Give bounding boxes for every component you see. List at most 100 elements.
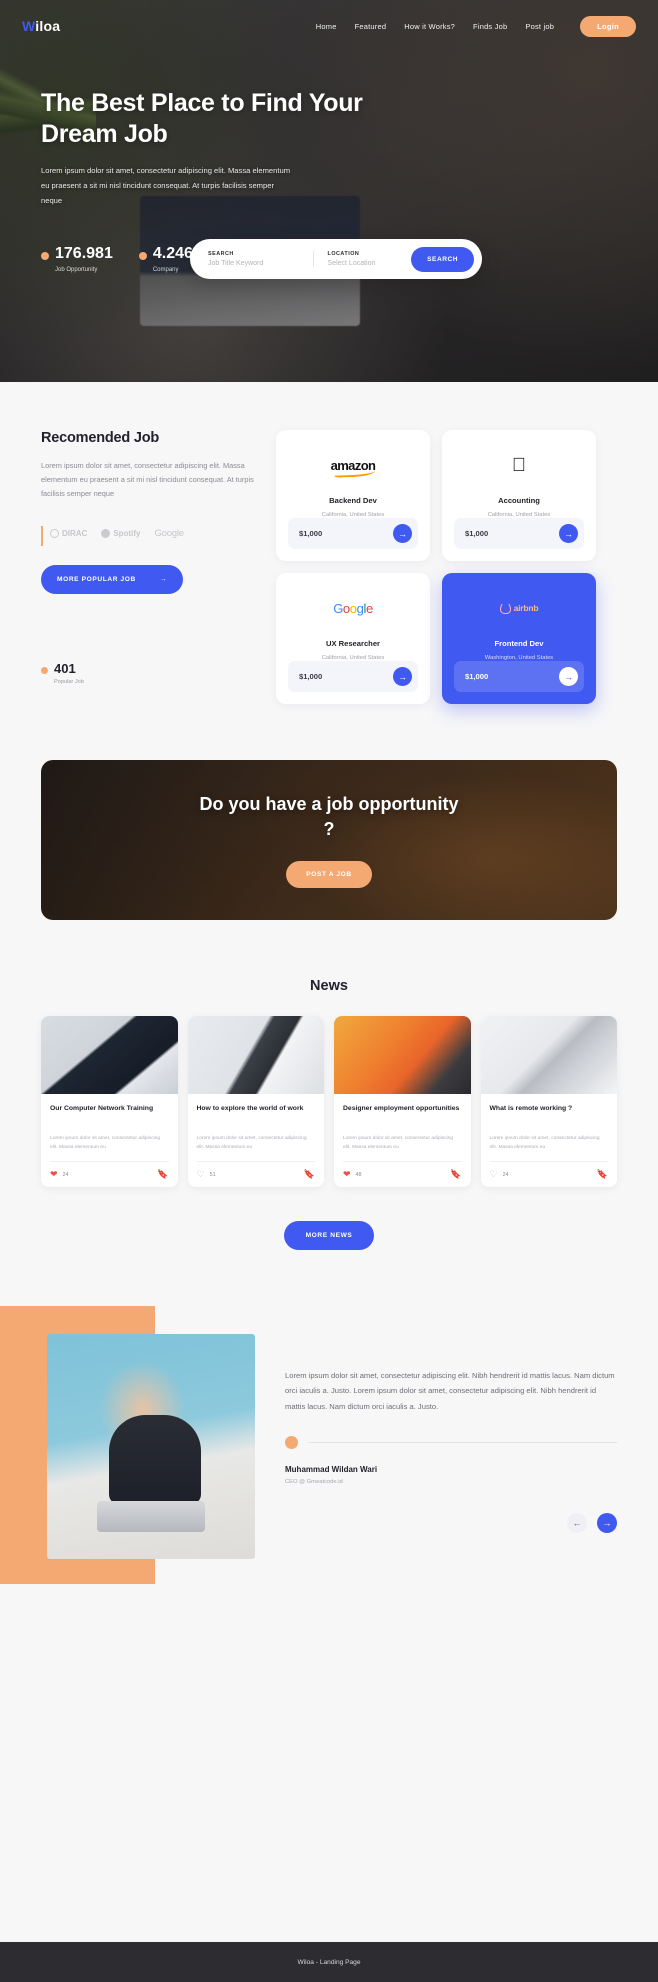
search-field-label: SEARCH (208, 251, 234, 257)
job-card[interactable]: Google UX Researcher California, United … (276, 573, 430, 704)
company-logo:  (512, 448, 526, 482)
job-role: Backend Dev (329, 496, 377, 505)
job-card-featured[interactable]: airbnb Frontend Dev Washington, United S… (442, 573, 596, 704)
stat-label: Job Opportunity (55, 267, 98, 273)
location-select[interactable]: Select Location (328, 260, 412, 267)
job-salary: $1,000 (465, 529, 489, 538)
brand-label: DIRAC (62, 528, 88, 538)
bookmark-icon[interactable]: 🔖 (450, 1170, 461, 1179)
brand-logos: DIRAC Spotify Google (41, 525, 256, 546)
bookmark-icon[interactable]: 🔖 (157, 1170, 168, 1179)
news-headline: What is remote working ? (489, 1105, 573, 1112)
company-logo: Google (333, 591, 373, 625)
search-button[interactable]: SEARCH (411, 246, 474, 272)
stat-company: 4.246 Company (138, 246, 193, 273)
divider-line (308, 1441, 617, 1443)
job-salary: $1,000 (299, 672, 323, 681)
hero-stats: 176.981 Job Opportunity 4.246 Company (41, 246, 193, 273)
like-group[interactable]: ❤ 48 (343, 1170, 362, 1179)
like-count: 24 (62, 1171, 69, 1178)
recommended-job-section: Recomended Job Lorem ipsum dolor sit ame… (0, 382, 658, 704)
dot-icon (41, 666, 48, 674)
cta-title: Do you have a job opportunity ? (199, 794, 459, 839)
hero-title: The Best Place to Find Your Dream Job (41, 89, 363, 148)
like-count: 48 (355, 1171, 362, 1178)
nav-item-featured[interactable]: Featured (355, 22, 387, 31)
job-detail-arrow-icon[interactable]: → (559, 524, 578, 543)
stat-job-opportunity: 176.981 Job Opportunity (41, 246, 113, 273)
testimonial-photo (47, 1334, 255, 1560)
nav-item-post-job[interactable]: Post job (525, 22, 554, 31)
job-detail-arrow-icon[interactable]: → (559, 667, 578, 686)
post-a-job-button[interactable]: POST A JOB (286, 860, 372, 888)
stat-label: Company (152, 267, 179, 273)
testimonial-divider (285, 1435, 617, 1449)
job-detail-arrow-icon[interactable]: → (393, 667, 412, 686)
popular-job-value: 401 (54, 660, 76, 676)
brand-label: Google (154, 527, 184, 539)
hero-section: Wiloa Home Featured How it Works? Finds … (0, 0, 658, 382)
news-grid: Our Computer Network Training Lorem ipsu… (41, 1016, 617, 1188)
job-role: Frontend Dev (494, 639, 544, 648)
news-card[interactable]: How to explore the world of work Lorem i… (187, 1016, 324, 1188)
testimonial-author-role: CEO @ Gmeatcode.id (285, 1478, 343, 1485)
job-card[interactable]:  Accounting California, United States $… (442, 430, 596, 561)
nav-links: Home Featured How it Works? Finds Job Po… (316, 15, 636, 37)
brand-logo[interactable]: Wiloa (22, 18, 60, 34)
airbnb-wordmark: airbnb (513, 603, 539, 613)
search-input[interactable]: Job Title Keyword (208, 260, 313, 267)
search-location-field[interactable]: LOCATION Select Location (312, 251, 412, 267)
news-headline: How to explore the world of work (196, 1105, 304, 1112)
dot-icon (41, 252, 49, 260)
avatar (285, 1435, 298, 1449)
brand-dirac: DIRAC (50, 528, 88, 538)
heart-icon[interactable]: ♡ (197, 1170, 205, 1179)
nav-item-home[interactable]: Home (316, 22, 337, 31)
company-logo: airbnb (499, 591, 539, 625)
news-headline: Our Computer Network Training (50, 1105, 154, 1112)
bookmark-icon[interactable]: 🔖 (304, 1170, 315, 1179)
testimonial-author-name: Muhammad Wildan Wari (285, 1464, 378, 1474)
like-group[interactable]: ❤ 24 (50, 1170, 69, 1179)
job-card-footer: $1,000 → (454, 661, 584, 692)
news-card[interactable]: Designer employment opportunities Lorem … (334, 1016, 471, 1188)
news-card[interactable]: Our Computer Network Training Lorem ipsu… (41, 1016, 178, 1188)
job-card-grid: amazon Backend Dev California, United St… (276, 430, 596, 704)
arrow-right-icon: → (159, 575, 168, 583)
brand-label: Spotify (113, 528, 141, 538)
popular-job-label: Popular Job (54, 678, 84, 685)
news-card-footer: ❤ 48 🔖 (343, 1161, 462, 1179)
carousel-next-icon[interactable]: → (597, 1512, 617, 1533)
like-group[interactable]: ♡ 24 (490, 1170, 509, 1179)
like-group[interactable]: ♡ 51 (197, 1170, 216, 1179)
news-thumbnail (334, 1016, 471, 1094)
hero-subtitle: Lorem ipsum dolor sit amet, consectetur … (41, 166, 291, 206)
news-card[interactable]: What is remote working ? Lorem ipsum dol… (480, 1016, 617, 1188)
brand-logo-text: iloa (35, 18, 61, 34)
login-button[interactable]: Login (580, 15, 636, 37)
job-detail-arrow-icon[interactable]: → (393, 524, 412, 543)
nav-item-finds-job[interactable]: Finds Job (473, 22, 507, 31)
news-section: News Our Computer Network Training Lorem… (0, 920, 658, 1251)
heart-icon[interactable]: ❤ (343, 1170, 351, 1179)
airbnb-mark-icon (499, 602, 511, 614)
search-keyword-field[interactable]: SEARCH Job Title Keyword (208, 251, 313, 267)
job-card[interactable]: amazon Backend Dev California, United St… (276, 430, 430, 561)
heart-icon[interactable]: ♡ (490, 1170, 498, 1179)
job-role: UX Researcher (325, 639, 381, 648)
job-search-bar: SEARCH Job Title Keyword LOCATION Select… (190, 239, 482, 279)
testimonial-section: Lorem ipsum dolor sit amet, consectetur … (0, 1306, 658, 1619)
bookmark-icon[interactable]: 🔖 (597, 1170, 608, 1179)
news-title: News (310, 978, 348, 994)
nav-item-how-it-works[interactable]: How it Works? (404, 22, 455, 31)
more-popular-job-button[interactable]: MORE POPULAR JOB → (41, 564, 184, 594)
cta-banner: Do you have a job opportunity ? POST A J… (41, 760, 617, 920)
job-salary: $1,000 (465, 672, 489, 681)
testimonial-quote: Lorem ipsum dolor sit amet, consectetur … (285, 1371, 615, 1411)
heart-icon[interactable]: ❤ (50, 1170, 58, 1179)
company-logo: amazon (331, 448, 376, 482)
stat-value: 176.981 (55, 245, 113, 262)
testimonial-carousel-nav: ← → (285, 1512, 617, 1533)
more-news-button[interactable]: MORE NEWS (283, 1221, 375, 1251)
carousel-prev-icon[interactable]: ← (567, 1512, 587, 1533)
